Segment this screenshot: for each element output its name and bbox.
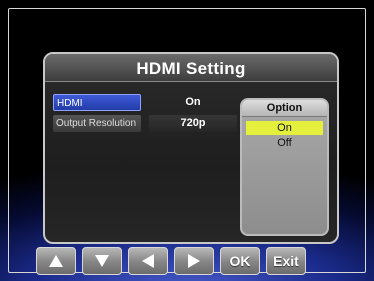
- setting-label: HDMI: [53, 94, 141, 111]
- option-title: Option: [242, 100, 327, 117]
- setting-row-hdmi[interactable]: HDMI On: [53, 94, 239, 111]
- up-button[interactable]: [36, 247, 76, 275]
- option-item-on[interactable]: On: [246, 121, 323, 135]
- arrow-right-icon: [188, 254, 200, 268]
- arrow-up-icon: [49, 255, 63, 267]
- remote-button-bar: OK Exit: [36, 247, 336, 277]
- ok-button[interactable]: OK: [220, 247, 260, 275]
- left-button[interactable]: [128, 247, 168, 275]
- setting-value: On: [185, 96, 201, 108]
- right-button[interactable]: [174, 247, 214, 275]
- option-item-off[interactable]: Off: [246, 136, 323, 150]
- hdmi-setting-panel: HDMI Setting HDMI On Output Resolution 7…: [43, 52, 339, 244]
- option-popup: Option On Off: [240, 98, 329, 236]
- osd-screen: HDMI Setting HDMI On Output Resolution 7…: [0, 0, 374, 281]
- setting-row-output-resolution[interactable]: Output Resolution 720p: [53, 115, 239, 132]
- option-list: On Off: [242, 121, 327, 150]
- exit-button[interactable]: Exit: [266, 247, 306, 275]
- arrow-left-icon: [142, 254, 154, 268]
- settings-list: HDMI On Output Resolution 720p: [53, 94, 239, 136]
- arrow-down-icon: [95, 255, 109, 267]
- down-button[interactable]: [82, 247, 122, 275]
- panel-title: HDMI Setting: [45, 54, 337, 82]
- setting-value: 720p: [149, 115, 237, 132]
- setting-label: Output Resolution: [53, 115, 141, 132]
